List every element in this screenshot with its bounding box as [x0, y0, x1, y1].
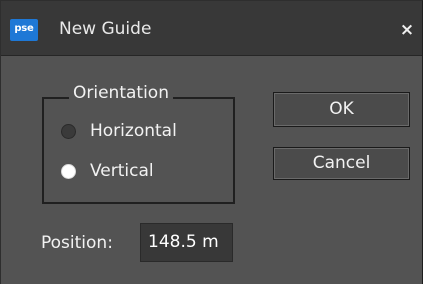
orientation-legend: Orientation: [69, 81, 173, 105]
orientation-groupbox: [42, 97, 235, 204]
position-label: Position:: [41, 233, 113, 253]
new-guide-dialog: pse New Guide × Orientation Horizontal V…: [0, 0, 423, 284]
cancel-button[interactable]: Cancel: [273, 147, 410, 180]
vertical-radio-label[interactable]: Vertical: [90, 159, 154, 183]
close-icon[interactable]: ×: [396, 19, 418, 41]
horizontal-radio-label[interactable]: Horizontal: [90, 119, 177, 143]
dialog-title: New Guide: [59, 19, 152, 39]
radio-unselected-icon[interactable]: [61, 124, 76, 139]
position-input[interactable]: 148.5 m: [140, 223, 233, 262]
ok-button[interactable]: OK: [273, 92, 410, 127]
title-bar[interactable]: pse New Guide ×: [1, 1, 422, 56]
radio-selected-icon[interactable]: [61, 164, 76, 179]
pse-app-icon: pse: [10, 19, 38, 41]
